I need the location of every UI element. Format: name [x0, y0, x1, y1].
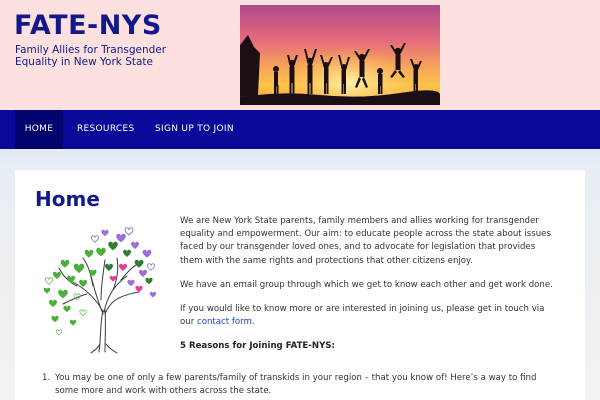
sunset-silhouettes-image: [240, 5, 440, 105]
contact-paragraph: If you would like to know more or are in…: [180, 303, 560, 329]
list-item-text: You may be one of only a few parents/fam…: [55, 373, 537, 397]
intro-text: We are New York State parents, family me…: [180, 215, 560, 365]
nav-item-resources[interactable]: RESOURCES: [77, 110, 135, 149]
page-title: Home: [35, 187, 100, 211]
contact-form-link[interactable]: contact form: [197, 317, 252, 327]
list-item-number: 1.: [42, 373, 51, 383]
reasons-heading: 5 Reasons for Joining FATE-NYS:: [180, 341, 335, 352]
site-title[interactable]: FATE-NYS: [14, 10, 162, 41]
site-header: FATE-NYS Family Allies for Transgender E…: [0, 0, 600, 110]
main-content: Home We are New York State parents, fami…: [15, 170, 585, 400]
main-navigation: HOME RESOURCES SIGN UP TO JOIN: [0, 110, 600, 149]
email-group-paragraph: We have an email group through which we …: [180, 279, 553, 290]
nav-item-sign-up[interactable]: SIGN UP TO JOIN: [155, 110, 234, 149]
heart-tree-image: [43, 220, 163, 356]
header-banner-image: [240, 5, 440, 105]
contact-suffix: .: [251, 317, 255, 328]
nav-item-home[interactable]: HOME: [15, 110, 63, 149]
heart-tree-illustration: [43, 227, 157, 354]
intro-paragraph: We are New York State parents, family me…: [180, 216, 551, 266]
site-tagline: Family Allies for Transgender Equality i…: [15, 44, 167, 68]
